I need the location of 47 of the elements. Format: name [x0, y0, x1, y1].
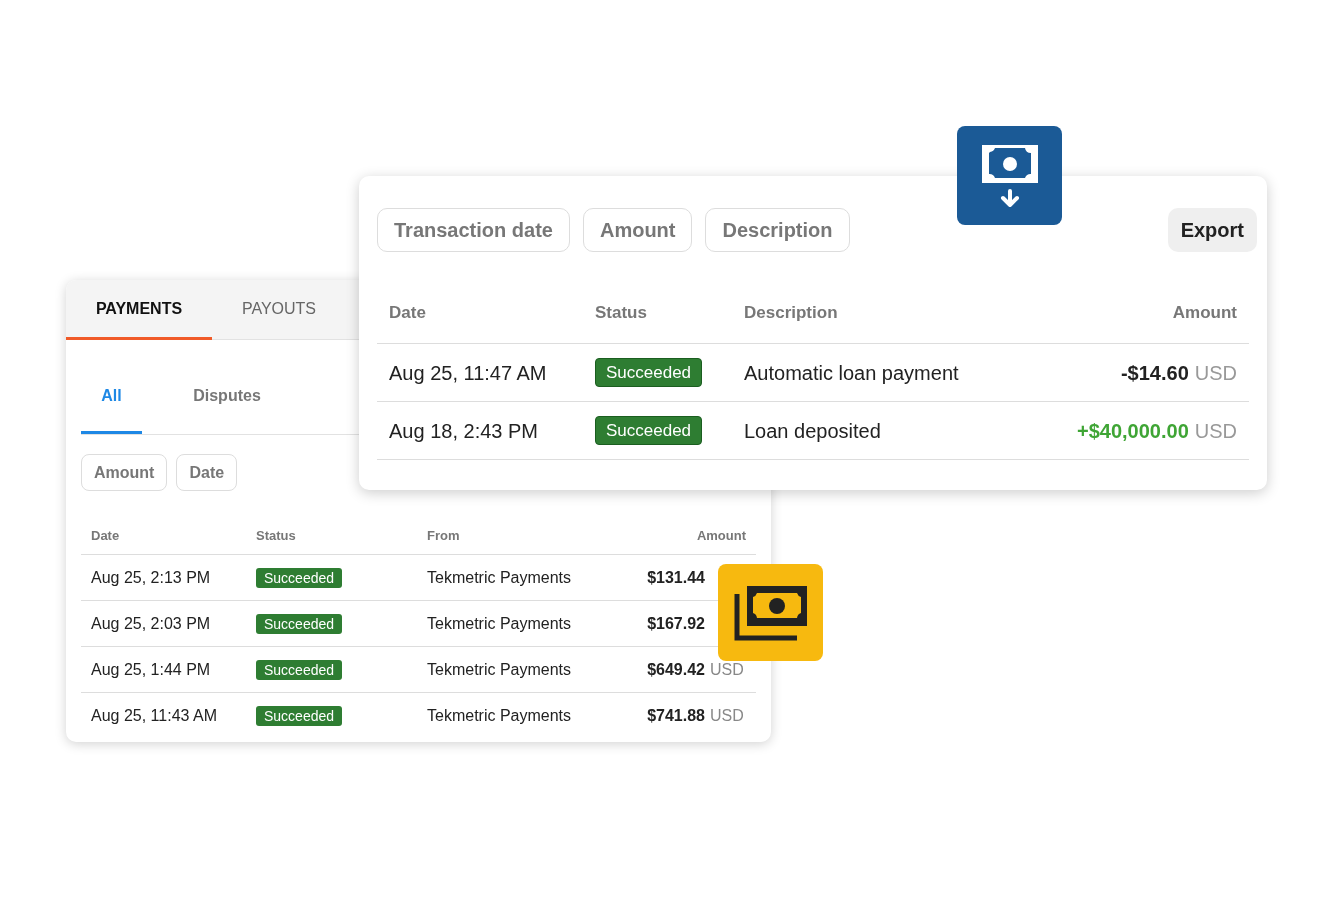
description-cell-text: Loan deposited — [744, 418, 882, 444]
date-cell-text: Aug 25, 2:03 PM — [91, 613, 212, 634]
currency: USD — [710, 659, 745, 680]
date-cell-text: Aug 25, 2:13 PM — [91, 567, 212, 588]
column-header: Status — [595, 301, 648, 324]
from-cell-text: Tekmetric Payments — [427, 659, 573, 680]
currency: USD — [1194, 360, 1237, 386]
status-badge: Succeeded — [595, 416, 703, 445]
description-cell-text: Automatic loan payment — [744, 360, 960, 386]
date-cell-text: Aug 25, 11:43 AM — [91, 706, 218, 726]
status-badge: Succeeded — [595, 358, 703, 387]
amount-cell-text: $167.92 — [647, 613, 705, 634]
filter-chip[interactable]: Date — [176, 454, 238, 491]
column-header: Amount — [696, 526, 746, 545]
column-header: Date — [91, 526, 121, 545]
from-cell-text: Tekmetric Payments — [427, 706, 573, 726]
currency: USD — [710, 706, 745, 726]
export-button[interactable]: Export — [1167, 208, 1257, 252]
date-cell-text: Aug 25, 1:44 PM — [91, 659, 212, 680]
status-badge: Succeeded — [256, 706, 343, 726]
tab[interactable]: PAYMENTS — [66, 280, 212, 340]
date-cell-text: Aug 18, 2:43 PM — [389, 418, 539, 444]
column-header: Amount — [1172, 301, 1237, 324]
amount-cell-text: $131.44 — [647, 567, 705, 588]
subtab[interactable]: All — [81, 360, 142, 434]
status-badge: Succeeded — [256, 659, 343, 680]
filter-chip[interactable]: Transaction date — [377, 208, 570, 252]
filter-chip[interactable]: Description — [705, 208, 850, 252]
amount-cell-text: $649.42 — [647, 659, 705, 680]
from-cell-text: Tekmetric Payments — [427, 613, 573, 634]
amount-cell-text: +$40,000.00 — [1077, 418, 1189, 444]
tab[interactable]: PAYOUTS — [212, 280, 346, 340]
column-header: Date — [389, 301, 427, 324]
column-header: From — [427, 526, 461, 545]
amount-cell-text: $741.88 — [647, 706, 705, 726]
date-cell-text: Aug 25, 11:47 AM — [389, 360, 548, 386]
amount-cell-text: -$14.60 — [1120, 360, 1189, 386]
subtab[interactable]: Disputes — [142, 360, 312, 434]
status-badge: Succeeded — [256, 567, 343, 588]
filter-chip[interactable]: Amount — [81, 454, 168, 491]
status-badge: Succeeded — [256, 613, 343, 634]
from-cell-text: Tekmetric Payments — [427, 567, 573, 588]
filter-chip[interactable]: Amount — [582, 208, 693, 252]
column-header: Status — [256, 526, 297, 545]
stacked-banknotes-icon — [732, 583, 809, 642]
currency: USD — [1194, 418, 1237, 444]
column-header: Description — [744, 301, 839, 324]
